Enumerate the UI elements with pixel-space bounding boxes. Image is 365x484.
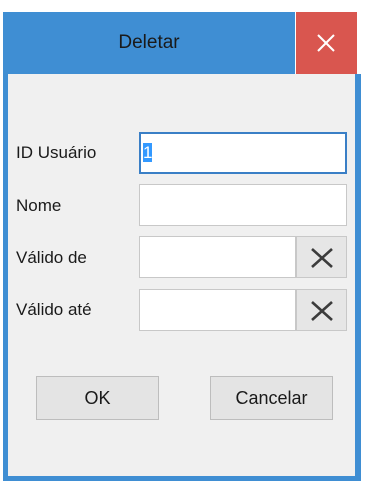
- title-area[interactable]: Deletar: [3, 12, 295, 74]
- user-id-label: ID Usuário: [16, 143, 97, 162]
- close-icon: [317, 34, 335, 52]
- user-id-value: 1: [143, 143, 153, 162]
- dialog-title: Deletar: [118, 32, 180, 53]
- valid-until-label: Válido até: [16, 300, 92, 319]
- window-frame-right: [355, 74, 361, 480]
- window-frame-bottom: [3, 476, 361, 481]
- valid-until-clear-button[interactable]: [296, 289, 347, 331]
- clear-x-icon: [311, 301, 333, 321]
- name-label: Nome: [16, 196, 62, 215]
- user-id-field[interactable]: 1: [139, 132, 347, 174]
- valid-from-clear-button[interactable]: [296, 236, 347, 278]
- cancel-button[interactable]: Cancelar: [210, 376, 333, 420]
- ok-button[interactable]: OK: [36, 376, 159, 420]
- close-button[interactable]: [296, 12, 357, 74]
- delete-dialog-window: Deletar ID Usuário 1 Nome Válido de Váli…: [0, 0, 365, 484]
- title-bar: Deletar: [0, 0, 365, 77]
- clear-x-icon: [311, 248, 333, 268]
- valid-from-field[interactable]: [139, 236, 296, 278]
- valid-from-label: Válido de: [16, 248, 87, 267]
- name-field[interactable]: [139, 184, 347, 226]
- valid-until-field[interactable]: [139, 289, 296, 331]
